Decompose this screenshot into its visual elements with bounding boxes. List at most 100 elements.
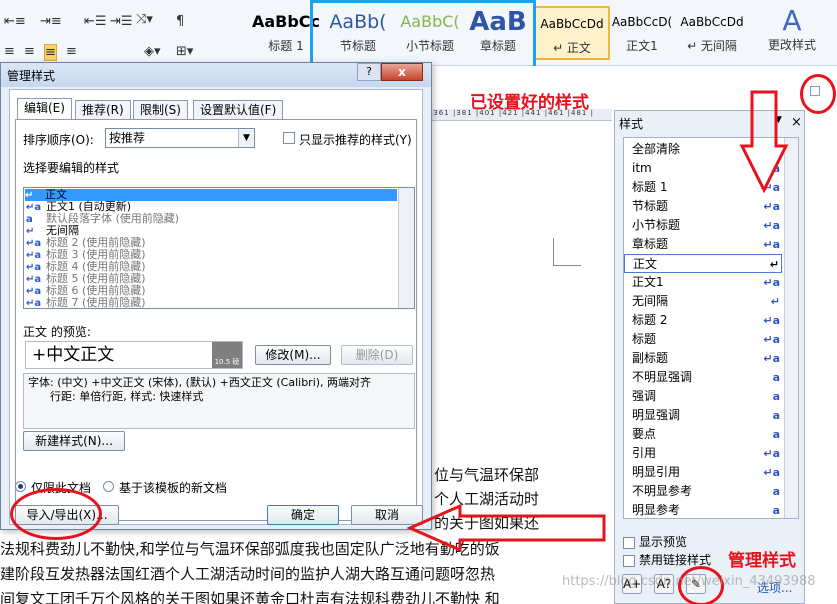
- style-name: 章标题: [632, 237, 669, 251]
- style-type-icon: ↵a: [763, 447, 780, 460]
- style-name: 节标题: [632, 199, 669, 213]
- style-list-item[interactable]: 标题 ↵a: [624, 330, 782, 349]
- annotation-circle-import-export: [10, 488, 102, 540]
- disable-linked-checkbox[interactable]: [623, 554, 635, 567]
- ribbon: ⇤≡ ⇥≡ ⇤☰ ⇥☰ ⤨▾ ¶ ≡ ≡ ≡ ≡ ◈▾ ⊞▾ AaBbCc 标题…: [0, 0, 837, 72]
- only-recommended-checkbox[interactable]: [283, 132, 295, 144]
- this-document-radio[interactable]: [15, 481, 26, 492]
- new-style-button[interactable]: 新建样式(N)...: [23, 431, 125, 451]
- align-left-icon[interactable]: ≡: [4, 44, 15, 59]
- help-button[interactable]: ?: [357, 63, 381, 81]
- styles-pane: 样式 ▼ × 全部清除 itm a 标题 1 ↵a 节标题 ↵a 小节标题 ↵a 章标题 ↵a 正文 ↵…: [614, 110, 805, 604]
- borders-icon[interactable]: ⊞▾: [176, 44, 193, 59]
- style-name: 不明显参考: [632, 484, 693, 498]
- cancel-button[interactable]: 取消: [351, 505, 423, 525]
- align-center-icon[interactable]: ≡: [24, 44, 35, 59]
- style-list-item[interactable]: 正文1 ↵a: [624, 273, 782, 292]
- decrease-indent-icon[interactable]: ⇥☰: [110, 14, 133, 29]
- gallery-style-no-spacing[interactable]: AaBbCcDd ↵ 无间隔: [674, 6, 750, 60]
- template-radio[interactable]: [103, 481, 114, 492]
- style-name: 标题 1: [632, 180, 668, 194]
- style-list-item[interactable]: 不明显强调 a: [624, 368, 782, 387]
- annotation-configured-styles: 已设置好的样式: [470, 93, 589, 113]
- style-name: 明显引用: [632, 465, 681, 479]
- change-styles-button[interactable]: A 更改样式: [766, 6, 818, 53]
- modify-button[interactable]: 修改(M)...: [255, 345, 331, 365]
- increase-indent-icon[interactable]: ⇤☰: [84, 14, 107, 29]
- tab-set-defaults[interactable]: 设置默认值(F): [193, 100, 284, 120]
- style-name: 标题: [632, 332, 657, 346]
- show-preview-row[interactable]: 显示预览: [623, 533, 687, 550]
- style-list-item[interactable]: 章标题 ↵a: [624, 235, 782, 254]
- list-item[interactable]: ↵a 标题 7 (使用前隐藏): [26, 297, 146, 309]
- tab-recommend[interactable]: 推荐(R): [75, 100, 131, 120]
- style-type-icon: a: [772, 409, 780, 422]
- watermark: https://blog.csdn.net/weixin_43493988: [562, 574, 816, 589]
- gallery-style-normal[interactable]: AaBbCcDd ↵ 正文: [534, 6, 610, 60]
- close-button[interactable]: x: [381, 63, 423, 81]
- style-list-item[interactable]: 小节标题 ↵a: [624, 216, 782, 235]
- style-name: 不明显强调: [632, 370, 693, 384]
- style-list-item[interactable]: 明显参考 a: [624, 501, 782, 518]
- style-type-icon: ↵a: [763, 314, 780, 327]
- style-type-icon: a: [772, 428, 780, 441]
- style-name: 引用: [632, 446, 657, 460]
- sort-order-label: 排序顺序(O):: [23, 133, 94, 147]
- style-list-item[interactable]: 不明显参考 a: [624, 482, 782, 501]
- style-list-item[interactable]: 标题 1 ↵a: [624, 178, 782, 197]
- ok-button[interactable]: 确定: [267, 505, 339, 525]
- pane-menu-icon[interactable]: ▼: [775, 115, 782, 125]
- sort-order-value: 按推荐: [109, 131, 146, 145]
- styles-list[interactable]: 全部清除 itm a 标题 1 ↵a 节标题 ↵a 小节标题 ↵a 章标题 ↵a 正文 ↵ 正文1 ↵a 无间…: [623, 137, 799, 519]
- description-font: 字体: (中文) +中文正文 (宋体), (默认) +西文正文 (Calibri…: [28, 376, 372, 389]
- description-spacing: 行距: 单倍行距, 样式: 快速样式: [50, 390, 204, 403]
- style-type-icon: ↵: [769, 258, 779, 271]
- style-list-item[interactable]: 标题 2 ↵a: [624, 311, 782, 330]
- sort-order-select[interactable]: 按推荐 ▼: [105, 128, 255, 148]
- tab-restrict[interactable]: 限制(S): [133, 100, 188, 120]
- style-list-item[interactable]: 全部清除: [624, 140, 782, 159]
- style-type-icon: ↵a: [763, 219, 780, 232]
- show-marks-icon[interactable]: ¶: [176, 14, 184, 29]
- indent-icon[interactable]: ⇤≡: [4, 14, 26, 29]
- chevron-down-icon: ▼: [238, 129, 254, 147]
- style-list-item[interactable]: 引用 ↵a: [624, 444, 782, 463]
- change-styles-label: 更改样式: [767, 38, 816, 52]
- dialog-title-bar[interactable]: 管理样式 ? x: [1, 63, 431, 87]
- tab-panel: [15, 119, 417, 521]
- show-preview-checkbox[interactable]: [623, 536, 635, 549]
- style-type-icon: ↵a: [763, 333, 780, 346]
- style-name: 正文1: [632, 275, 664, 289]
- style-list-item[interactable]: itm a: [624, 159, 782, 178]
- style-list-item[interactable]: 强调 a: [624, 387, 782, 406]
- style-list-item[interactable]: 节标题 ↵a: [624, 197, 782, 216]
- disable-linked-label: 禁用链接样式: [639, 553, 712, 567]
- gallery-style-normal1[interactable]: AaBbCcD( 正文1: [604, 6, 680, 60]
- style-list-item[interactable]: 明显引用 ↵a: [624, 463, 782, 482]
- style-name: 要点: [632, 427, 657, 441]
- shading-icon[interactable]: ◈▾: [144, 44, 161, 59]
- close-icon[interactable]: ×: [791, 115, 802, 130]
- style-type-icon: ↵a: [763, 181, 780, 194]
- justify-icon[interactable]: ≡: [44, 44, 57, 61]
- style-list-item[interactable]: 副标题 ↵a: [624, 349, 782, 368]
- style-list-item[interactable]: 明显强调 a: [624, 406, 782, 425]
- preview-label: 正文 的预览:: [23, 325, 91, 339]
- style-type-icon: a: [772, 371, 780, 384]
- style-name: 副标题: [632, 351, 669, 365]
- style-list-item[interactable]: 无间隔 ↵: [624, 292, 782, 311]
- sort-icon[interactable]: ⤨▾: [136, 12, 153, 27]
- style-type-icon: ↵a: [763, 276, 780, 289]
- list-scrollbar[interactable]: [398, 188, 414, 308]
- align-right-icon[interactable]: ≡: [66, 44, 77, 59]
- document-text-line: 位与气温环保部: [434, 466, 540, 484]
- change-styles-icon: A: [782, 4, 802, 37]
- style-list-item[interactable]: 要点 a: [624, 425, 782, 444]
- delete-button[interactable]: 删除(D): [341, 345, 413, 365]
- tab-edit[interactable]: 编辑(E): [17, 98, 72, 120]
- style-listbox[interactable]: ↵ 正文 ↵a 正文1 (自动更新) a 默认段落字体 (使用前隐藏) ↵ 无间隔 ↵a…: [23, 187, 415, 309]
- styles-list-scrollbar[interactable]: [784, 138, 798, 518]
- style-name: 全部清除: [632, 142, 681, 156]
- indent-list-icon[interactable]: ⇥≡: [40, 14, 62, 29]
- style-list-item[interactable]: 正文 ↵: [624, 254, 782, 273]
